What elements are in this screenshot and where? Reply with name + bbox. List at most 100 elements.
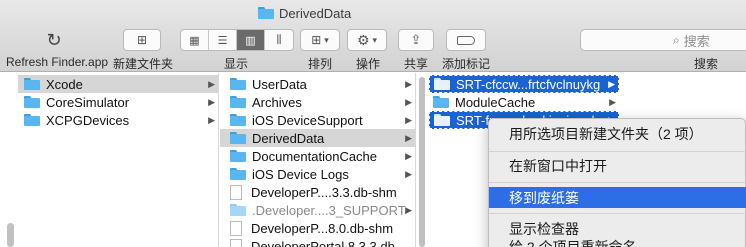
grid-icon: ⊞ bbox=[311, 33, 322, 47]
list-item[interactable]: iOS DeviceSupport ▶ bbox=[220, 111, 415, 129]
item-label: DeveloperP....3.3.db-shm bbox=[251, 184, 397, 200]
list-item[interactable]: DerivedData ▶ bbox=[220, 129, 415, 147]
folder-icon bbox=[230, 78, 246, 90]
item-label: DerivedData bbox=[252, 130, 325, 146]
document-icon bbox=[230, 184, 242, 200]
view-mode-segment: ▦ ☰ ▥ ⫼ bbox=[180, 29, 294, 51]
action-button[interactable]: ⚙ ▾ bbox=[347, 29, 387, 51]
search-placeholder: 搜索 bbox=[683, 33, 710, 49]
finder-toolbar: DerivedData ↻ Refresh Finder.app ⊞ 新建文件夹… bbox=[0, 0, 746, 72]
folder-icon bbox=[434, 78, 450, 90]
folder-icon bbox=[434, 114, 450, 126]
chevron-right-icon: ▶ bbox=[405, 132, 412, 143]
item-label: UserData bbox=[252, 76, 307, 92]
list-item[interactable]: ModuleCache ▶ bbox=[429, 93, 619, 111]
list-view-icon[interactable]: ☰ bbox=[209, 30, 237, 50]
menu-item-move-to-trash[interactable]: 移到废纸篓 bbox=[489, 187, 746, 208]
item-label: Archives bbox=[252, 94, 302, 110]
folder-icon bbox=[258, 7, 274, 19]
item-label: iOS DeviceSupport bbox=[252, 112, 363, 128]
menu-separator bbox=[489, 213, 746, 214]
column-xcode: UserData ▶ Archives ▶ iOS DeviceSupport … bbox=[220, 73, 416, 247]
document-icon bbox=[230, 220, 242, 236]
search-icon: ⌕ bbox=[673, 32, 680, 47]
folder-icon bbox=[230, 168, 246, 180]
gear-icon: ⚙ bbox=[356, 31, 370, 48]
tags-label: 添加标记 bbox=[442, 57, 491, 71]
list-item[interactable]: CoreSimulator ▶ bbox=[18, 93, 218, 111]
chevron-right-icon: ▶ bbox=[608, 78, 615, 89]
chevron-down-icon: ▾ bbox=[372, 34, 378, 45]
list-item[interactable]: DeveloperP....3.3.db-shm bbox=[220, 183, 415, 201]
list-item[interactable]: XCPGDevices ▶ bbox=[18, 111, 218, 129]
refresh-icon: ↻ bbox=[46, 29, 62, 50]
folder-icon bbox=[24, 114, 40, 126]
scrollbar[interactable] bbox=[7, 223, 14, 247]
folder-icon bbox=[24, 78, 40, 90]
refresh-button[interactable]: ↻ bbox=[40, 29, 68, 51]
menu-item-open-in-new-window[interactable]: 在新窗口中打开 bbox=[489, 155, 746, 176]
document-icon bbox=[230, 238, 242, 247]
list-item[interactable]: DeveloperPortal 8.3.3.db bbox=[220, 237, 415, 247]
window-title-text: DerivedData bbox=[279, 5, 352, 21]
sort-label: 排列 bbox=[308, 57, 333, 71]
menu-separator bbox=[489, 182, 746, 183]
column-library: Xcode ▶ CoreSimulator ▶ XCPGDevices ▶ bbox=[0, 73, 219, 247]
chevron-right-icon: ▶ bbox=[208, 114, 215, 125]
item-label: .Developer....3_SUPPORT bbox=[252, 202, 406, 218]
folder-icon bbox=[230, 96, 246, 108]
chevron-right-icon: ▶ bbox=[405, 78, 412, 89]
new-folder-icon: ⊞ bbox=[136, 33, 148, 47]
share-label: 共享 bbox=[404, 57, 429, 71]
sort-button[interactable]: ⊞ ▾ bbox=[300, 29, 340, 51]
item-label: DeveloperPortal 8.3.3.db bbox=[251, 238, 395, 247]
chevron-down-icon: ▾ bbox=[324, 34, 329, 45]
list-item[interactable]: SRT-cfccw...frtcfvclnuykg ▶ bbox=[429, 75, 619, 93]
item-label: ModuleCache bbox=[455, 94, 536, 110]
item-label: Xcode bbox=[46, 76, 83, 92]
folder-icon bbox=[230, 132, 246, 144]
view-label: 显示 bbox=[224, 57, 249, 71]
refresh-label: Refresh Finder.app bbox=[6, 55, 109, 69]
item-label: DeveloperP...8.0.db-shm bbox=[251, 220, 394, 236]
list-item[interactable]: .Developer....3_SUPPORT ▶ bbox=[220, 201, 415, 219]
window-title: DerivedData bbox=[258, 4, 351, 22]
chevron-right-icon: ▶ bbox=[405, 204, 412, 215]
menu-item-rename-items[interactable]: 给 2 个项目重新命名 bbox=[489, 236, 746, 247]
scrollbar[interactable] bbox=[419, 77, 425, 247]
list-item[interactable]: iOS Device Logs ▶ bbox=[220, 165, 415, 183]
new-folder-label: 新建文件夹 bbox=[113, 57, 174, 71]
item-label: iOS Device Logs bbox=[252, 166, 349, 182]
list-item[interactable]: DeveloperP...8.0.db-shm bbox=[220, 219, 415, 237]
search-field[interactable]: ⌕ 搜索 bbox=[580, 29, 746, 51]
menu-item-new-folder-with-selection[interactable]: 用所选项目新建文件夹（2 项） bbox=[489, 123, 746, 144]
item-label: CoreSimulator bbox=[46, 94, 130, 110]
chevron-right-icon: ▶ bbox=[208, 96, 215, 107]
folder-icon bbox=[230, 204, 246, 216]
action-label: 操作 bbox=[356, 57, 381, 71]
item-label: XCPGDevices bbox=[46, 112, 130, 128]
list-item[interactable]: Xcode ▶ bbox=[18, 75, 218, 93]
column-view-icon[interactable]: ▥ bbox=[237, 30, 265, 50]
chevron-right-icon: ▶ bbox=[405, 168, 412, 179]
item-label: DocumentationCache bbox=[252, 148, 378, 164]
icon-view-icon[interactable]: ▦ bbox=[181, 30, 209, 50]
new-folder-button[interactable]: ⊞ bbox=[123, 29, 161, 51]
folder-icon bbox=[24, 96, 40, 108]
menu-separator bbox=[489, 151, 746, 152]
folder-icon bbox=[230, 114, 246, 126]
share-button[interactable]: ⇪ bbox=[398, 29, 434, 51]
cover-flow-icon[interactable]: ⫼ bbox=[265, 30, 293, 50]
list-item[interactable]: UserData ▶ bbox=[220, 75, 415, 93]
folder-icon bbox=[433, 96, 449, 108]
item-label: SRT-cfccw...frtcfvclnuykg bbox=[456, 76, 601, 92]
share-icon: ⇪ bbox=[410, 32, 422, 47]
chevron-right-icon: ▶ bbox=[405, 150, 412, 161]
list-item[interactable]: Archives ▶ bbox=[220, 93, 415, 111]
chevron-right-icon: ▶ bbox=[405, 96, 412, 107]
tag-icon bbox=[457, 35, 475, 45]
tags-button[interactable] bbox=[446, 29, 486, 51]
search-label: 搜索 bbox=[694, 57, 719, 71]
list-item[interactable]: DocumentationCache ▶ bbox=[220, 147, 415, 165]
chevron-right-icon: ▶ bbox=[405, 114, 412, 125]
